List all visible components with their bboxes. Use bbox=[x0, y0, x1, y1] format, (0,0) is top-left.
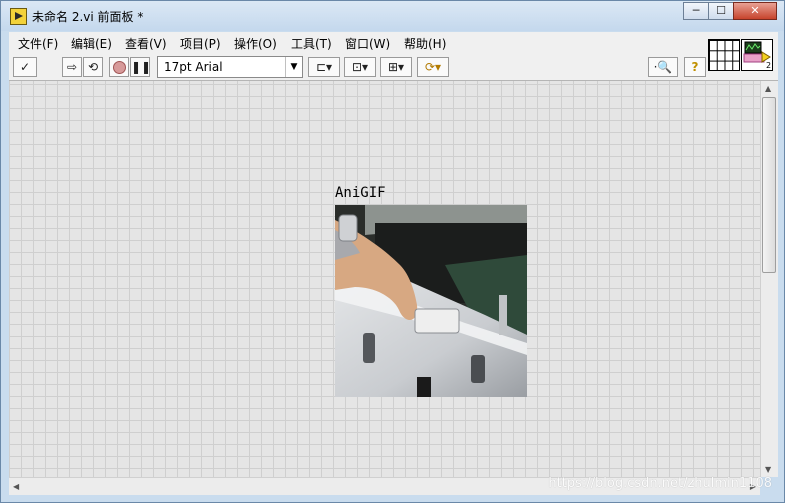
checkmark-icon[interactable]: ✓ bbox=[13, 57, 37, 77]
anigif-label[interactable]: AniGIF bbox=[335, 185, 386, 201]
resize-objects-icon[interactable]: ⊞▾ bbox=[380, 57, 412, 77]
run-continuously-icon[interactable]: ⟲ bbox=[83, 57, 103, 77]
menu-tools[interactable]: 工具(T) bbox=[291, 35, 332, 52]
csdn-watermark: https://blog.csdn.net/zhulmin1108 bbox=[548, 476, 772, 491]
title-bar[interactable]: 未命名 2.vi 前面板 * ─ ☐ ✕ bbox=[1, 1, 784, 31]
search-icon[interactable]: ·🔍 bbox=[648, 57, 678, 77]
anigif-picture-control[interactable] bbox=[335, 205, 527, 397]
menu-window[interactable]: 窗口(W) bbox=[345, 35, 390, 52]
connector-number: 2 bbox=[766, 61, 771, 70]
vertical-scrollbar[interactable]: ▲ ▼ bbox=[760, 81, 778, 477]
vi-icon[interactable]: 2 bbox=[741, 39, 773, 71]
reorder-icon[interactable]: ⟳▾ bbox=[417, 57, 449, 77]
pause-icon[interactable]: ❚❚ bbox=[130, 57, 151, 77]
help-icon[interactable]: ? bbox=[684, 57, 706, 77]
vertical-scroll-thumb[interactable] bbox=[762, 97, 776, 273]
scroll-up-arrow-icon[interactable]: ▲ bbox=[765, 84, 771, 93]
window-title: 未命名 2.vi 前面板 * bbox=[32, 10, 144, 24]
menu-operate[interactable]: 操作(O) bbox=[234, 35, 277, 52]
menu-project[interactable]: 项目(P) bbox=[180, 35, 221, 52]
scroll-down-arrow-icon[interactable]: ▼ bbox=[765, 465, 771, 474]
run-arrow-icon[interactable]: ⇨ bbox=[62, 57, 82, 77]
close-button[interactable]: ✕ bbox=[733, 2, 777, 20]
text-settings-dropdown[interactable]: 17pt Arial ▼ bbox=[157, 56, 303, 78]
connector-pane-grid[interactable] bbox=[708, 39, 740, 71]
labview-window: 未命名 2.vi 前面板 * ─ ☐ ✕ 文件(F) 编辑(E) 查看(V) 项… bbox=[0, 0, 785, 503]
scroll-left-arrow-icon[interactable]: ◀ bbox=[13, 482, 19, 491]
minimize-button[interactable]: ─ bbox=[683, 2, 709, 20]
toolbar: ✓ ⇨ ⟲ ❚❚ 17pt Arial ▼ ⊏▾ ⊡▾ ⊞▾ ⟳▾ ·🔍 ? bbox=[9, 54, 778, 81]
menu-help[interactable]: 帮助(H) bbox=[404, 35, 446, 52]
labview-app-icon bbox=[10, 8, 27, 25]
align-objects-icon[interactable]: ⊏▾ bbox=[308, 57, 340, 77]
menu-view[interactable]: 查看(V) bbox=[125, 35, 167, 52]
menu-file[interactable]: 文件(F) bbox=[18, 35, 58, 52]
menu-bar: 文件(F) 编辑(E) 查看(V) 项目(P) 操作(O) 工具(T) 窗口(W… bbox=[9, 32, 778, 55]
abort-execution-icon[interactable] bbox=[109, 57, 129, 77]
menu-edit[interactable]: 编辑(E) bbox=[71, 35, 112, 52]
font-value: 17pt Arial bbox=[164, 60, 223, 74]
dropdown-arrow-icon: ▼ bbox=[285, 57, 302, 77]
connector-pane[interactable]: 2 bbox=[708, 39, 774, 72]
distribute-objects-icon[interactable]: ⊡▾ bbox=[344, 57, 376, 77]
maximize-button[interactable]: ☐ bbox=[708, 2, 734, 20]
